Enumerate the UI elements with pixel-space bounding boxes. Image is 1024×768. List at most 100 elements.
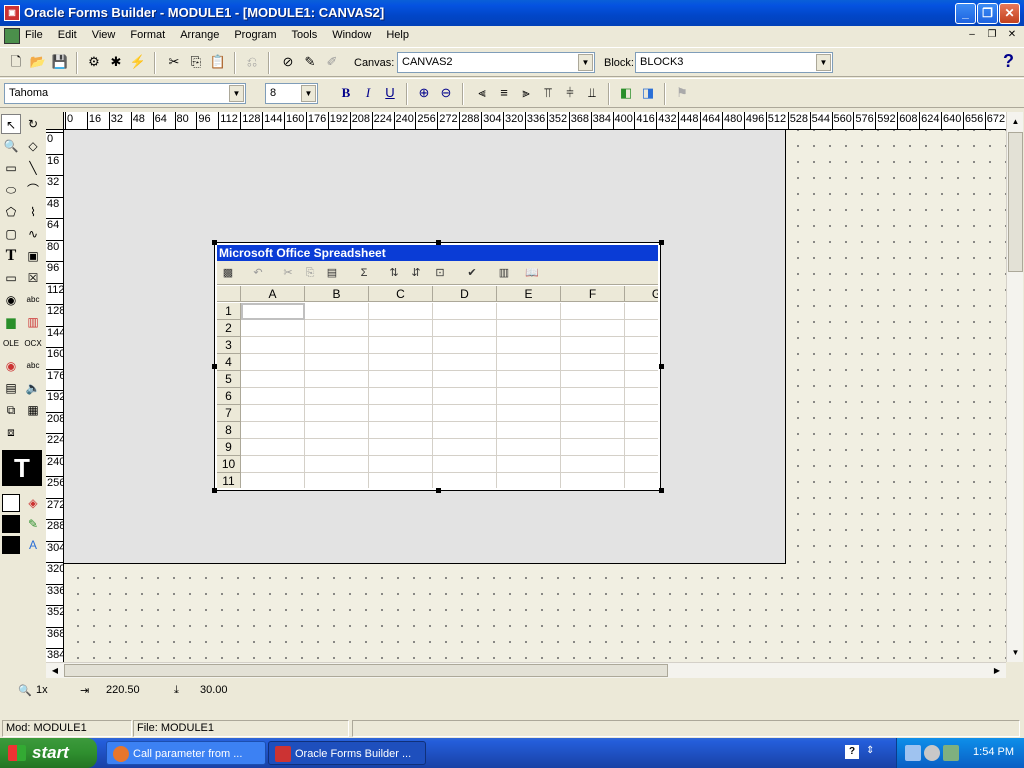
- polyline-tool-icon[interactable]: ⌇: [23, 202, 43, 222]
- spreadsheet-cell[interactable]: [433, 303, 497, 320]
- spreadsheet-cell[interactable]: [433, 439, 497, 456]
- spreadsheet-cell[interactable]: [305, 337, 369, 354]
- sort-ascending-icon[interactable]: ⇅: [385, 264, 403, 282]
- rounded-rect-tool-icon[interactable]: ▢: [1, 224, 21, 244]
- spreadsheet-cell[interactable]: [561, 473, 625, 488]
- spreadsheet-cell[interactable]: [241, 388, 305, 405]
- column-header[interactable]: A: [241, 286, 305, 302]
- spreadsheet-cell[interactable]: [625, 337, 658, 354]
- align-top-icon[interactable]: ⫪: [538, 83, 558, 103]
- menu-window[interactable]: Window: [332, 29, 377, 41]
- vertical-scrollbar[interactable]: ▲ ▼: [1006, 112, 1023, 662]
- spreadsheet-cell[interactable]: [433, 473, 497, 488]
- spreadsheet-cell[interactable]: [241, 320, 305, 337]
- selection-handle[interactable]: [436, 488, 441, 493]
- menu-format[interactable]: Format: [130, 29, 171, 41]
- bean-tool-icon[interactable]: ◉: [1, 356, 21, 376]
- list-tool-icon[interactable]: ▤: [1, 378, 21, 398]
- spreadsheet-cell[interactable]: [241, 405, 305, 422]
- column-header[interactable]: F: [561, 286, 625, 302]
- menu-file[interactable]: File: [25, 29, 49, 41]
- selection-handle[interactable]: [436, 240, 441, 245]
- spreadsheet-cell[interactable]: [305, 354, 369, 371]
- spreadsheet-cell[interactable]: [497, 439, 561, 456]
- freehand-tool-icon[interactable]: ∿: [23, 224, 43, 244]
- spreadsheet-cell[interactable]: [497, 303, 561, 320]
- help-icon[interactable]: ?: [1003, 51, 1014, 72]
- layout-editor-workarea[interactable]: Microsoft Office Spreadsheet ▩ ↶ ✂ ⎘ ▤ Σ…: [64, 130, 1006, 662]
- text-color-swatch[interactable]: [2, 536, 20, 554]
- row-header[interactable]: 2: [217, 320, 241, 337]
- network-icon[interactable]: [905, 745, 921, 761]
- spreadsheet-cell[interactable]: [561, 337, 625, 354]
- selection-handle[interactable]: [212, 364, 217, 369]
- arc-tool-icon[interactable]: ⌒: [23, 180, 43, 200]
- spreadsheet-ole-item[interactable]: Microsoft Office Spreadsheet ▩ ↶ ✂ ⎘ ▤ Σ…: [214, 242, 661, 491]
- new-icon[interactable]: 🗋: [6, 52, 26, 72]
- spreadsheet-cell[interactable]: [561, 405, 625, 422]
- menu-tools[interactable]: Tools: [292, 29, 324, 41]
- horizontal-scroll-thumb[interactable]: [64, 664, 668, 677]
- reshape-tool-icon[interactable]: ◇: [23, 136, 43, 156]
- spreadsheet-cell[interactable]: [369, 320, 433, 337]
- magnify-tool-icon[interactable]: 🔍: [1, 136, 21, 156]
- text-color-picker-icon[interactable]: A: [23, 535, 43, 555]
- spreadsheet-cell[interactable]: [497, 371, 561, 388]
- spreadsheet-cell[interactable]: [497, 456, 561, 473]
- export-icon[interactable]: ▥: [495, 264, 513, 282]
- align-center-icon[interactable]: ≡: [494, 83, 514, 103]
- image-tool-icon[interactable]: ▆: [1, 312, 21, 332]
- spreadsheet-cell[interactable]: [497, 388, 561, 405]
- row-header[interactable]: 1: [217, 303, 241, 320]
- spreadsheet-cell[interactable]: [305, 371, 369, 388]
- spreadsheet-cell[interactable]: [241, 354, 305, 371]
- text-color-icon[interactable]: T: [2, 450, 42, 486]
- spreadsheet-cell[interactable]: [369, 388, 433, 405]
- scroll-down-icon[interactable]: ▼: [1008, 645, 1023, 660]
- spreadsheet-cell[interactable]: [497, 422, 561, 439]
- spreadsheet-cell[interactable]: [241, 337, 305, 354]
- text-item-tool-icon[interactable]: abc: [23, 290, 43, 310]
- hierarchical-tree-tool-icon[interactable]: ⧉: [1, 400, 21, 420]
- selection-handle[interactable]: [212, 240, 217, 245]
- scroll-right-icon[interactable]: ▶: [990, 664, 1004, 677]
- spreadsheet-cell[interactable]: [305, 473, 369, 488]
- help-book-icon[interactable]: 📖: [523, 264, 541, 282]
- spreadsheet-cell[interactable]: [433, 422, 497, 439]
- open-icon[interactable]: 📂: [28, 52, 48, 72]
- display-item-tool-icon[interactable]: abc: [23, 356, 43, 376]
- mdi-document-icon[interactable]: [4, 28, 20, 44]
- canvas-area[interactable]: Microsoft Office Spreadsheet ▩ ↶ ✂ ⎘ ▤ Σ…: [64, 130, 786, 564]
- row-header[interactable]: 9: [217, 439, 241, 456]
- debug-icon[interactable]: ✱: [106, 52, 126, 72]
- mdi-restore-button[interactable]: ❐: [984, 28, 1000, 42]
- mdi-minimize-button[interactable]: –: [964, 28, 980, 42]
- taskbar-item-forms-builder[interactable]: Oracle Forms Builder ...: [268, 741, 426, 765]
- select-tool-icon[interactable]: ↖: [1, 114, 21, 134]
- spreadsheet-cell[interactable]: [433, 354, 497, 371]
- zoom-out-icon[interactable]: ⊖: [436, 83, 456, 103]
- properties-icon[interactable]: ✐: [322, 52, 342, 72]
- column-header[interactable]: C: [369, 286, 433, 302]
- menu-arrange[interactable]: Arrange: [180, 29, 225, 41]
- run-form-icon[interactable]: ⚙: [84, 52, 104, 72]
- menu-program[interactable]: Program: [234, 29, 282, 41]
- selection-handle[interactable]: [212, 488, 217, 493]
- align-bottom-icon[interactable]: ⫫: [582, 83, 602, 103]
- spreadsheet-cell[interactable]: [369, 354, 433, 371]
- spreadsheet-cell[interactable]: [497, 473, 561, 488]
- spreadsheet-cell[interactable]: [625, 371, 658, 388]
- active-cell[interactable]: [241, 303, 305, 320]
- spreadsheet-cell[interactable]: [433, 405, 497, 422]
- column-header[interactable]: G: [625, 286, 658, 302]
- spreadsheet-cell[interactable]: [625, 354, 658, 371]
- align-left-icon[interactable]: ⫷: [472, 83, 492, 103]
- text-tool-icon[interactable]: T: [1, 246, 21, 266]
- spreadsheet-grid[interactable]: A B C D E F G 1 2 3 4 5 6 7 8 9 10 11: [217, 286, 658, 488]
- font-size-select[interactable]: 8 ▼: [265, 83, 318, 104]
- spreadsheet-cell[interactable]: [561, 303, 625, 320]
- polygon-tool-icon[interactable]: ⬠: [1, 202, 21, 222]
- fill-color-swatch[interactable]: [2, 494, 20, 512]
- rotate-tool-icon[interactable]: ↻: [23, 114, 43, 134]
- menu-help[interactable]: Help: [386, 29, 415, 41]
